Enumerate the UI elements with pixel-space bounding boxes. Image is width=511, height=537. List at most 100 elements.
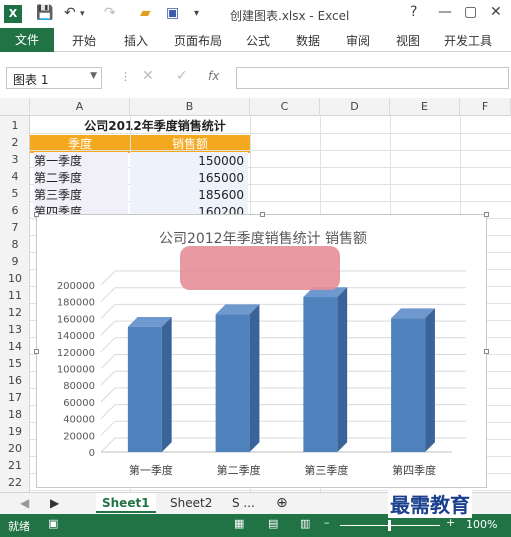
name-box[interactable]: 图表 1 ▼ (6, 67, 102, 89)
quarter-cell[interactable]: 第二季度 (34, 169, 128, 187)
tab-sheet1[interactable]: Sheet1 (96, 493, 156, 513)
column-header-e[interactable]: E (390, 98, 460, 116)
tab-data[interactable]: 数据 (296, 32, 320, 49)
y-tick-label: 0 (89, 448, 95, 459)
excel-app-icon: X (4, 5, 22, 23)
column-header-d[interactable]: D (320, 98, 390, 116)
more-icon: ⋮ (120, 70, 131, 83)
undo-dropdown-icon[interactable]: ▾ (80, 9, 85, 19)
customize-toolbar-icon[interactable]: ▾ (194, 8, 199, 19)
sales-cell[interactable]: 165000 (130, 169, 248, 187)
bar-side (249, 304, 260, 452)
y-tick-label: 200000 (57, 281, 95, 292)
resize-handle[interactable] (484, 349, 489, 354)
tab-view[interactable]: 视图 (396, 32, 420, 49)
y-tick-label: 40000 (63, 415, 95, 426)
tab-formulas[interactable]: 公式 (246, 32, 270, 49)
sales-cell[interactable]: 150000 (130, 152, 248, 170)
macro-record-icon[interactable]: ▣ (48, 517, 58, 530)
minimize-button[interactable]: — (438, 4, 452, 20)
gridline (100, 337, 116, 353)
x-tick-label: 第一季度 (129, 463, 173, 477)
bar (391, 318, 426, 452)
close-button[interactable]: ✕ (490, 4, 502, 20)
x-tick-label: 第二季度 (217, 463, 261, 477)
gridline (100, 287, 116, 303)
undo-icon[interactable]: ↶ (64, 5, 76, 21)
formula-bar: 图表 1 ▼ ⋮ ✕ ✓ fx (0, 62, 511, 92)
y-tick-label: 140000 (57, 331, 95, 342)
zoom-level[interactable]: 100% (466, 518, 497, 531)
resize-handle[interactable] (260, 212, 265, 217)
gridline (100, 404, 116, 419)
insert-function-button[interactable]: fx (208, 69, 219, 83)
tab-insert[interactable]: 插入 (124, 32, 148, 49)
help-button[interactable]: ? (410, 4, 417, 20)
gridline (100, 304, 116, 319)
page-break-view-icon[interactable]: ▥ (300, 517, 310, 530)
redo-icon[interactable]: ↷ (104, 5, 116, 21)
resize-handle[interactable] (34, 349, 39, 354)
y-tick-label: 100000 (57, 365, 95, 376)
y-tick-label: 120000 (57, 348, 95, 359)
row-headers: 1 2 3 4 5 6 7 8 9 10 11 12 13 14 15 16 17 18 19 20 21 22 (0, 116, 30, 492)
chevron-down-icon[interactable]: ▼ (90, 71, 97, 81)
gridline (100, 354, 116, 369)
column-header-a[interactable]: A (30, 98, 130, 116)
formula-input[interactable] (236, 67, 509, 89)
window-title: 创建图表.xlsx - Excel (230, 9, 350, 23)
tab-sheet2[interactable]: Sheet2 (164, 493, 218, 513)
bar (303, 297, 338, 452)
column-headers: A B C D E F (0, 98, 511, 116)
scroll-left-icon[interactable]: ◀ (14, 493, 35, 513)
zoom-out-button[interactable]: – (324, 516, 330, 529)
page-layout-view-icon[interactable]: ▤ (268, 517, 278, 530)
y-tick-label: 180000 (57, 298, 95, 309)
gridline (30, 150, 511, 151)
bar-side (425, 308, 435, 452)
column-header-b[interactable]: B (130, 98, 250, 116)
x-tick-label: 第三季度 (304, 463, 348, 477)
restore-button[interactable]: ▢ (464, 4, 477, 20)
tab-review[interactable]: 审阅 (346, 32, 370, 49)
ready-status: 就绪 (8, 520, 30, 533)
gridline (100, 320, 116, 336)
resize-handle[interactable] (484, 212, 489, 217)
resize-handle[interactable] (34, 212, 39, 217)
gridline (100, 370, 116, 386)
gridline (30, 133, 511, 134)
cancel-button[interactable]: ✕ (142, 68, 154, 84)
scroll-right-icon[interactable]: ▶ (44, 493, 65, 513)
bar-side (337, 287, 348, 452)
chart-title: 公司2012年季度销售统计 销售额 (159, 231, 367, 247)
add-sheet-button[interactable]: ⊕ (270, 493, 294, 513)
enter-button[interactable]: ✓ (176, 68, 188, 84)
save-icon[interactable]: 💾 (36, 5, 53, 21)
y-tick-label: 80000 (63, 381, 95, 392)
column-header-c[interactable]: C (250, 98, 320, 116)
quarter-cell[interactable]: 第一季度 (34, 152, 128, 170)
tab-file[interactable]: 文件 (0, 28, 54, 52)
bar-side (161, 316, 172, 452)
tab-home[interactable]: 开始 (72, 32, 96, 49)
bar (127, 326, 162, 452)
tab-developer[interactable]: 开发工具 (444, 32, 492, 49)
name-box-value: 图表 1 (13, 73, 49, 87)
zoom-slider-thumb[interactable] (388, 520, 391, 531)
select-all-corner[interactable] (0, 98, 30, 116)
sales-cell[interactable]: 185600 (130, 186, 248, 204)
row-header[interactable]: 22 (0, 473, 30, 492)
tab-more[interactable]: S ... (226, 493, 261, 513)
obscured-region (180, 246, 340, 290)
column-header-f[interactable]: F (460, 98, 511, 116)
open-folder-icon[interactable]: ▰ (140, 5, 151, 21)
tab-page-layout[interactable]: 页面布局 (174, 32, 222, 49)
normal-view-icon[interactable]: ▦ (234, 517, 244, 530)
watermark: 最需教育 (388, 489, 472, 518)
title-bar: X 💾 ↶ ▾ ↷ ▰ ▣ ▾ 创建图表.xlsx - Excel ? — ▢ … (0, 0, 511, 28)
x-tick-label: 第四季度 (392, 463, 436, 477)
y-tick-label: 20000 (63, 431, 95, 442)
quarter-cell[interactable]: 第三季度 (34, 186, 128, 204)
y-tick-label: 160000 (57, 314, 95, 325)
save-as-icon[interactable]: ▣ (166, 5, 179, 21)
